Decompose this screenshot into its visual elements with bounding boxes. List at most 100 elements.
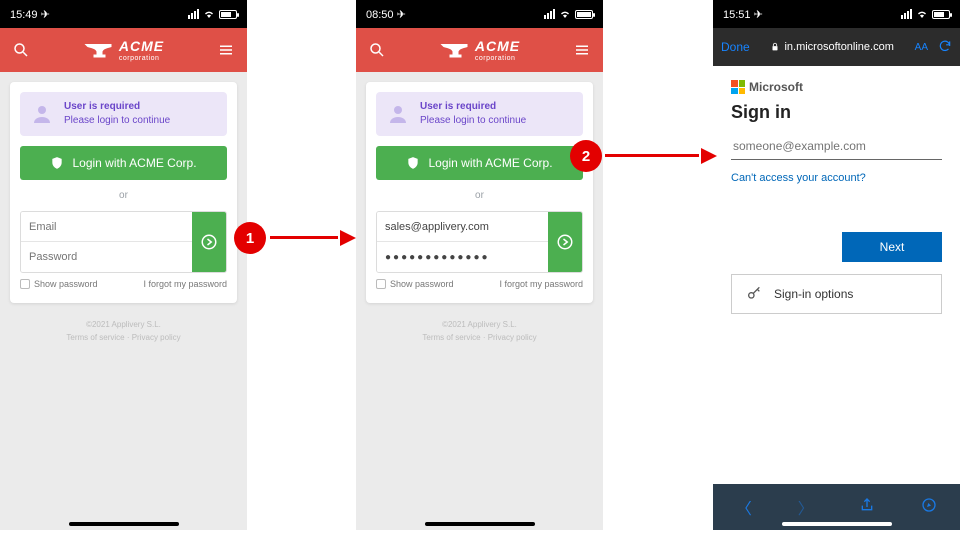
arrow-right-circle-icon bbox=[200, 233, 218, 251]
status-indicators bbox=[188, 8, 237, 20]
next-button[interactable]: Next bbox=[842, 232, 942, 262]
menu-icon[interactable] bbox=[571, 39, 593, 61]
sso-login-label: Login with ACME Corp. bbox=[428, 156, 552, 170]
login-card: User is requiredPlease login to continue… bbox=[10, 82, 237, 303]
footer-copyright: ©2021 Applivery S.L. bbox=[0, 319, 247, 332]
annotation-badge-2: 2 bbox=[570, 140, 602, 172]
anvil-icon bbox=[439, 41, 469, 59]
show-password-checkbox[interactable]: Show password bbox=[20, 279, 98, 289]
alert-title: User is required bbox=[64, 100, 170, 114]
user-icon bbox=[386, 102, 410, 126]
brand-logo: ACMEcorporation bbox=[83, 39, 164, 62]
or-divider: or bbox=[20, 190, 227, 201]
signin-options-button[interactable]: Sign-in options bbox=[731, 274, 942, 314]
battery-icon bbox=[932, 10, 950, 19]
show-password-label: Show password bbox=[34, 279, 98, 289]
url-text: in.microsoftonline.com bbox=[784, 41, 893, 53]
annotation-badge-1: 1 bbox=[234, 222, 266, 254]
brand-subtitle: corporation bbox=[475, 55, 520, 62]
wifi-icon bbox=[916, 8, 928, 20]
sso-login-button[interactable]: Login with ACME Corp. bbox=[20, 146, 227, 180]
forgot-password-link[interactable]: I forgot my password bbox=[143, 279, 227, 289]
key-icon bbox=[746, 286, 762, 302]
brand-logo: ACMEcorporation bbox=[439, 39, 520, 62]
microsoft-signin-page: Microsoft Sign in Can't access your acco… bbox=[713, 66, 960, 456]
browser-navbar: Done in.microsoftonline.com AA bbox=[713, 28, 960, 66]
alert-title: User is required bbox=[420, 100, 526, 114]
shield-icon bbox=[50, 156, 64, 170]
brand-subtitle: corporation bbox=[119, 55, 164, 62]
or-divider: or bbox=[376, 190, 583, 201]
microsoft-label: Microsoft bbox=[749, 80, 803, 94]
footer-copyright: ©2021 Applivery S.L. bbox=[356, 319, 603, 332]
status-time: 15:49 ✈ bbox=[10, 8, 50, 21]
battery-icon bbox=[219, 10, 237, 19]
wifi-icon bbox=[559, 8, 571, 20]
microsoft-logo: Microsoft bbox=[731, 80, 942, 94]
sso-login-button[interactable]: Login with ACME Corp. bbox=[376, 146, 583, 180]
back-icon[interactable]: 〈 bbox=[736, 495, 752, 519]
email-field[interactable] bbox=[377, 212, 548, 242]
share-icon[interactable] bbox=[859, 497, 875, 518]
done-button[interactable]: Done bbox=[721, 40, 750, 54]
credential-fields bbox=[376, 211, 583, 273]
shield-icon bbox=[406, 156, 420, 170]
footer: ©2021 Applivery S.L. Terms of service · … bbox=[356, 319, 603, 345]
credential-fields bbox=[20, 211, 227, 273]
cellular-icon bbox=[901, 9, 912, 19]
battery-icon bbox=[575, 10, 593, 19]
app-header: ACMEcorporation bbox=[0, 28, 247, 72]
cant-access-link[interactable]: Can't access your account? bbox=[731, 172, 942, 184]
wifi-icon bbox=[203, 8, 215, 20]
signin-options-label: Sign-in options bbox=[774, 287, 853, 301]
brand-name: ACME bbox=[475, 38, 520, 54]
lock-icon bbox=[770, 42, 780, 52]
refresh-icon[interactable] bbox=[938, 39, 952, 56]
email-field[interactable] bbox=[21, 212, 192, 242]
forgot-password-link[interactable]: I forgot my password bbox=[499, 279, 583, 289]
home-indicator bbox=[69, 522, 179, 526]
signin-heading: Sign in bbox=[731, 102, 942, 123]
arrow-right-circle-icon bbox=[556, 233, 574, 251]
search-icon[interactable] bbox=[366, 39, 388, 61]
cellular-icon bbox=[544, 9, 555, 19]
compass-icon[interactable] bbox=[921, 497, 937, 518]
password-field[interactable] bbox=[21, 242, 192, 272]
user-icon bbox=[30, 102, 54, 126]
url-display: in.microsoftonline.com bbox=[760, 41, 905, 53]
app-header: ACMEcorporation bbox=[356, 28, 603, 72]
submit-button[interactable] bbox=[192, 212, 226, 272]
text-size-button[interactable]: AA bbox=[915, 42, 928, 53]
login-alert: User is requiredPlease login to continue bbox=[376, 92, 583, 136]
anvil-icon bbox=[83, 41, 113, 59]
status-time: 08:50 ✈ bbox=[366, 8, 406, 21]
status-indicators bbox=[901, 8, 950, 20]
cellular-icon bbox=[188, 9, 199, 19]
phone-screen-2: 08:50 ✈ ACMEcorporation User is required… bbox=[356, 0, 603, 530]
home-indicator bbox=[782, 522, 892, 526]
alert-text: Please login to continue bbox=[64, 115, 170, 126]
brand-name: ACME bbox=[119, 38, 164, 54]
forward-icon[interactable]: 〉 bbox=[798, 495, 814, 519]
email-input[interactable] bbox=[731, 133, 942, 160]
show-password-label: Show password bbox=[390, 279, 454, 289]
status-bar: 15:49 ✈ bbox=[0, 0, 247, 28]
password-field[interactable] bbox=[377, 242, 548, 272]
status-indicators bbox=[544, 8, 593, 20]
phone-screen-1: 15:49 ✈ ACMEcorporation User is required… bbox=[0, 0, 247, 530]
footer-links[interactable]: Terms of service · Privacy policy bbox=[356, 332, 603, 345]
show-password-checkbox[interactable]: Show password bbox=[376, 279, 454, 289]
phone-screen-3: 15:51 ✈ Done in.microsoftonline.com AA M… bbox=[713, 0, 960, 530]
login-alert: User is requiredPlease login to continue bbox=[20, 92, 227, 136]
menu-icon[interactable] bbox=[215, 39, 237, 61]
microsoft-icon bbox=[731, 80, 745, 94]
status-bar: 08:50 ✈ bbox=[356, 0, 603, 28]
sso-login-label: Login with ACME Corp. bbox=[72, 156, 196, 170]
alert-text: Please login to continue bbox=[420, 115, 526, 126]
search-icon[interactable] bbox=[10, 39, 32, 61]
home-indicator bbox=[425, 522, 535, 526]
footer: ©2021 Applivery S.L. Terms of service · … bbox=[0, 319, 247, 345]
status-bar: 15:51 ✈ bbox=[713, 0, 960, 28]
footer-links[interactable]: Terms of service · Privacy policy bbox=[0, 332, 247, 345]
submit-button[interactable] bbox=[548, 212, 582, 272]
